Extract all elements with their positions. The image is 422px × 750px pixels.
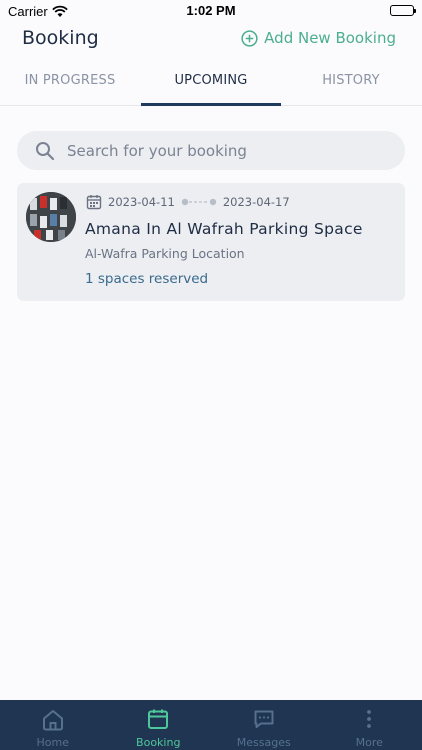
- status-bar: Carrier 1:02 PM: [0, 0, 422, 22]
- add-new-booking-button[interactable]: Add New Booking: [241, 29, 396, 47]
- battery-icon: [390, 5, 416, 16]
- nav-messages-label: Messages: [236, 736, 291, 749]
- start-date: 2023-04-11: [108, 195, 175, 209]
- page-title: Booking: [22, 27, 99, 49]
- booking-date-range: 2023-04-11 2023-04-17: [86, 194, 290, 210]
- tab-upcoming[interactable]: UPCOMING: [141, 64, 281, 106]
- status-time: 1:02 PM: [186, 3, 236, 18]
- more-vertical-icon: [367, 710, 372, 728]
- nav-more[interactable]: More: [317, 700, 422, 750]
- search-bar: [17, 131, 405, 170]
- tab-in-progress[interactable]: IN PROGRESS: [0, 64, 140, 106]
- nav-booking[interactable]: Booking: [106, 700, 212, 750]
- search-input[interactable]: [67, 141, 367, 160]
- chat-icon: [254, 710, 274, 728]
- date-range-connector-icon: [181, 198, 217, 206]
- nav-home[interactable]: Home: [0, 700, 106, 750]
- nav-home-label: Home: [36, 736, 69, 749]
- booking-tabs: IN PROGRESS UPCOMING HISTORY: [0, 64, 422, 106]
- home-icon: [42, 710, 63, 731]
- tab-history[interactable]: HISTORY: [281, 64, 421, 106]
- end-date: 2023-04-17: [222, 195, 290, 209]
- bottom-nav: Home Booking Messages More: [0, 700, 422, 750]
- spaces-reserved: 1 spaces reserved: [85, 271, 209, 287]
- header: Booking Add New Booking: [0, 26, 422, 56]
- search-icon: [36, 141, 55, 160]
- booking-card[interactable]: 2023-04-11 2023-04-17 Amana In Al Wafrah…: [17, 183, 405, 301]
- booking-location: Al-Wafra Parking Location: [85, 246, 245, 261]
- nav-more-label: More: [355, 736, 383, 749]
- calendar-icon: [148, 709, 169, 729]
- plus-circle-icon: [241, 29, 258, 47]
- add-new-booking-label: Add New Booking: [264, 29, 396, 47]
- booking-title: Amana In Al Wafrah Parking Space: [85, 220, 363, 238]
- parking-thumbnail: [26, 192, 76, 242]
- nav-messages[interactable]: Messages: [211, 700, 317, 750]
- nav-booking-label: Booking: [136, 736, 181, 749]
- calendar-icon: [86, 195, 102, 210]
